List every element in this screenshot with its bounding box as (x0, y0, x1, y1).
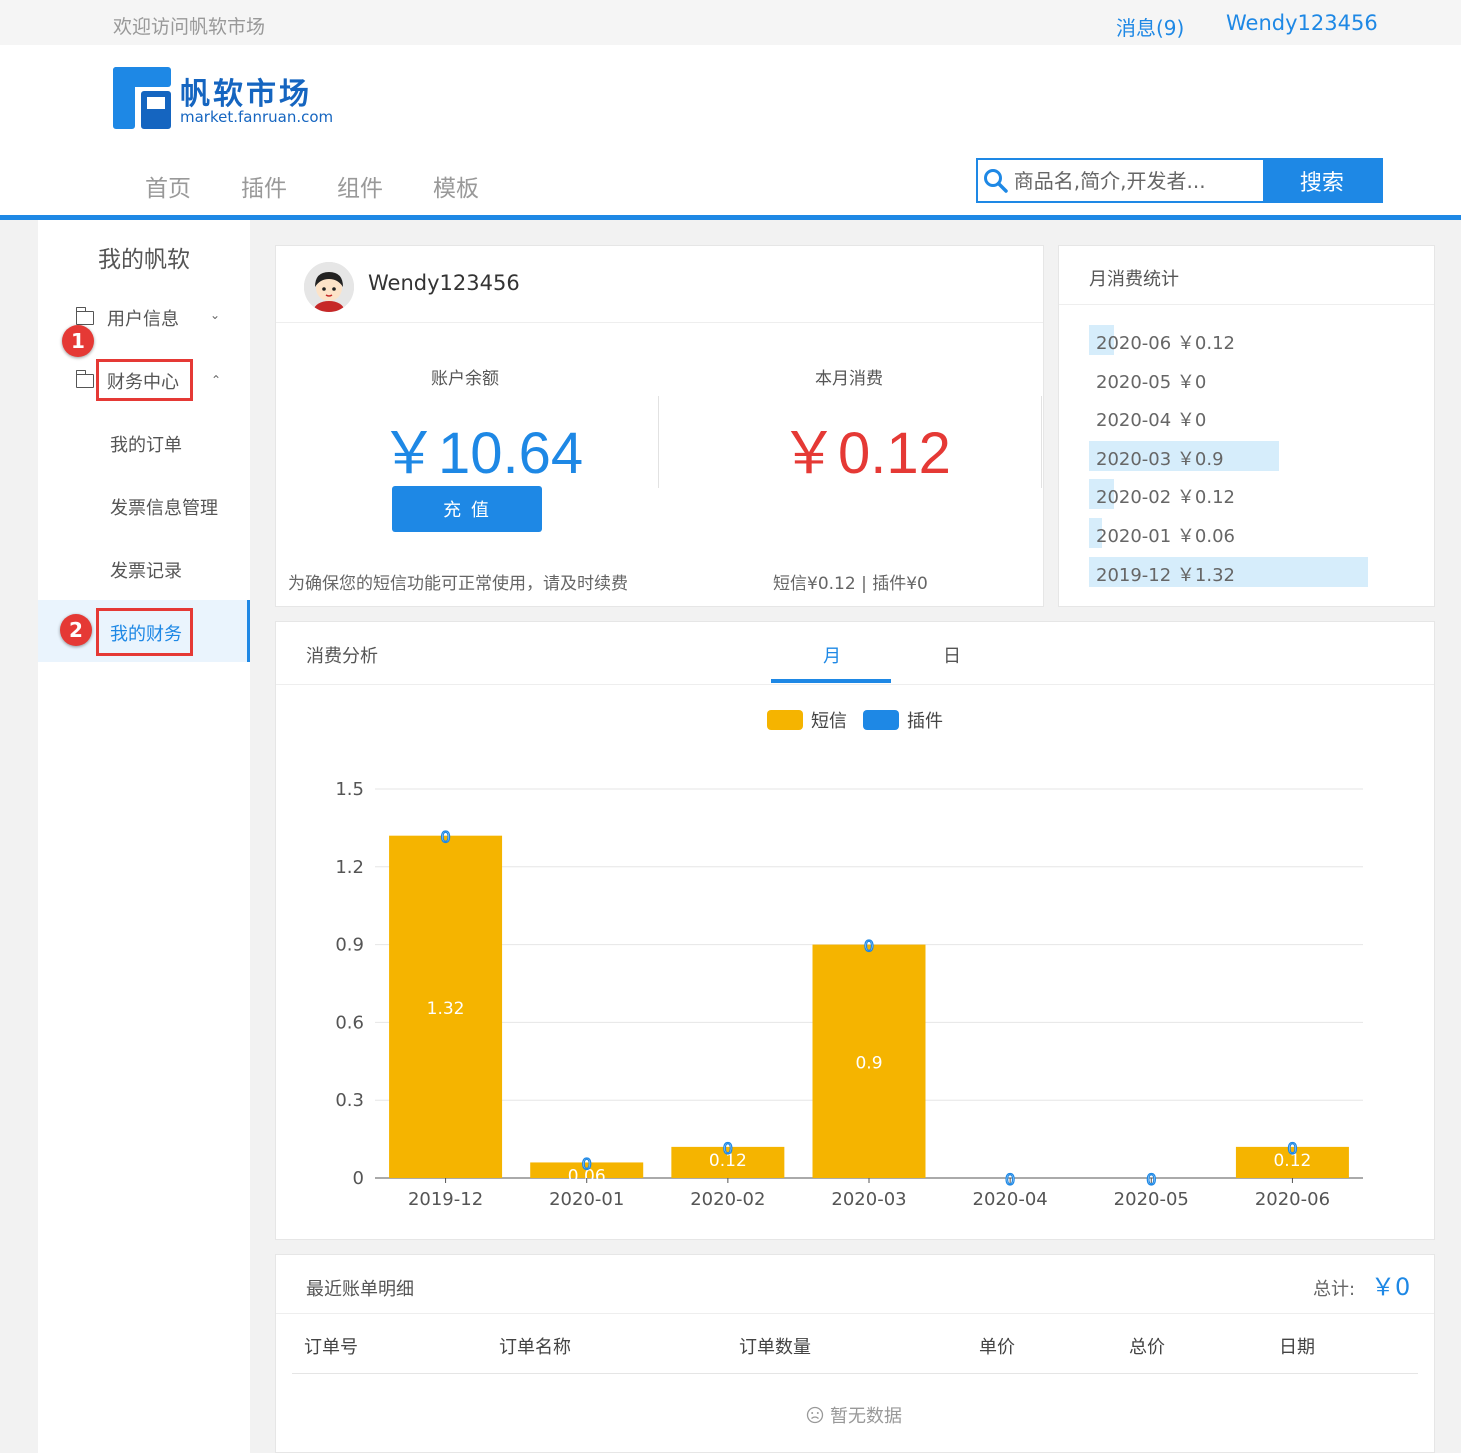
y-tick-label: 1.2 (335, 857, 364, 878)
sidebar-title: 我的帆软 (98, 247, 190, 273)
monthly-stat-text: 2020-06 ￥0.12 (1096, 333, 1236, 354)
search-button[interactable]: 搜索 (1262, 160, 1381, 201)
monthly-stat-text: 2020-03 ￥0.9 (1096, 448, 1224, 470)
x-tick-label: 2020-05 (1114, 1189, 1189, 1210)
empty-text: 暂无数据 (830, 1406, 902, 1427)
sad-face-icon (806, 1406, 824, 1424)
nav-templates[interactable]: 模板 (408, 169, 504, 203)
bar-value-label: 0.9 (855, 1053, 882, 1073)
monthly-stat-text: 2020-04 ￥0 (1096, 410, 1207, 432)
monthly-stat-text: 2020-05 ￥0 (1096, 371, 1207, 393)
monthly-stat-text: 2019-12 ￥1.32 (1096, 564, 1236, 586)
divider (1041, 396, 1042, 488)
y-tick-label: 0.6 (335, 1012, 364, 1033)
renewal-note: 为确保您的短信功能可正常使用，请及时续费 (288, 574, 628, 594)
search-input[interactable] (1013, 160, 1263, 201)
y-tick-label: 0.3 (335, 1090, 364, 1111)
column-header-order-no: 订单号 (304, 1337, 358, 1358)
highlight-box-my-finance (96, 608, 193, 656)
y-tick-label: 1.5 (335, 779, 364, 800)
divider (658, 396, 659, 488)
x-tick-label: 2020-03 (831, 1189, 906, 1210)
highlight-box-finance-center (96, 359, 193, 401)
monthly-stat-text: 2020-01 ￥0.06 (1096, 526, 1236, 547)
x-tick-label: 2020-02 (690, 1189, 765, 1210)
column-header-date: 日期 (1279, 1337, 1315, 1358)
monthly-stat-text: 2020-02 ￥0.12 (1096, 487, 1236, 509)
plugin-value-label: 0 (864, 937, 874, 956)
monthly-stats-card: 月消费统计 2020-06 ￥0.12 2020-05 ￥0 2020-04 ￥0 2… (1058, 245, 1435, 607)
account-card: Wendy123456 账户余额 ￥10.64 充 值 本月消费 ￥0.12 为… (275, 245, 1044, 607)
column-header-unit-price: 单价 (979, 1337, 1015, 1358)
sidebar-group-user-info[interactable]: 用户信息 (107, 305, 179, 331)
total-value: ￥0 (1371, 1273, 1411, 1301)
chevron-up-icon[interactable]: ⌃ (211, 373, 221, 387)
sidebar-item-my-orders[interactable]: 我的订单 (110, 431, 182, 457)
column-header-quantity: 订单数量 (739, 1337, 811, 1358)
step-badge-2: 2 (60, 614, 92, 646)
plugin-value-label: 0 (1287, 1139, 1297, 1158)
column-header-total-price: 总价 (1129, 1337, 1165, 1358)
bills-title: 最近账单明细 (306, 1279, 414, 1300)
plugin-value-label: 0 (582, 1154, 592, 1173)
y-tick-label: 0.9 (335, 935, 364, 956)
folder-icon (75, 307, 94, 325)
divider (1059, 304, 1434, 305)
y-tick-label: 0 (353, 1168, 364, 1189)
total-label: 总计: (1313, 1279, 1356, 1300)
sidebar-item-invoice-records[interactable]: 发票记录 (110, 557, 182, 583)
bar-value-label: 1.32 (427, 999, 465, 1019)
x-tick-label: 2020-04 (973, 1189, 1048, 1210)
column-header-order-name: 订单名称 (499, 1337, 571, 1358)
welcome-text: 欢迎访问帆软市场 (113, 16, 266, 38)
header: 帆软市场 market.fanruan.com 首页 插件 组件 模板 搜索 (0, 45, 1461, 215)
account-username: Wendy123456 (368, 271, 520, 295)
recharge-button[interactable]: 充 值 (392, 486, 542, 532)
balance-label: 账户余额 (431, 369, 499, 389)
search-box: 搜索 (976, 158, 1383, 203)
month-spend-value: ￥0.12 (780, 421, 951, 486)
main-nav: 首页 插件 组件 模板 (120, 169, 504, 203)
consumption-analysis-card: 消费分析 月 日 短信 插件 0 0.3 0.6 0.9 1.2 1.5 1.32 0 2019… (275, 621, 1435, 1240)
x-tick-label: 2020-01 (549, 1189, 624, 1210)
balance-value: ￥10.64 (380, 421, 584, 486)
month-spend-label: 本月消费 (815, 369, 883, 389)
folder-icon (75, 370, 94, 388)
chevron-down-icon[interactable]: ⌄ (210, 308, 220, 322)
divider (292, 1373, 1418, 1374)
divider (276, 322, 1043, 323)
avatar[interactable] (304, 262, 354, 312)
x-tick-label: 2019-12 (408, 1189, 483, 1210)
sidebar-item-invoice-info[interactable]: 发票信息管理 (110, 494, 218, 520)
nav-components[interactable]: 组件 (312, 169, 408, 203)
empty-state: 暂无数据 (806, 1402, 902, 1428)
step-badge-1: 1 (62, 325, 94, 357)
nav-plugins[interactable]: 插件 (216, 169, 312, 203)
spend-breakdown: 短信¥0.12 | 插件¥0 (773, 574, 928, 594)
logo-title: 帆软市场 (180, 77, 312, 112)
divider (276, 1313, 1434, 1314)
search-icon (978, 160, 1014, 201)
logo-domain: market.fanruan.com (180, 108, 334, 126)
top-bar: 欢迎访问帆软市场 消息(9) Wendy123456 (0, 0, 1461, 45)
messages-link[interactable]: 消息(9) (1116, 12, 1184, 41)
plugin-value-label: 0 (440, 828, 450, 847)
fanruan-logo-icon[interactable] (113, 67, 175, 129)
sidebar: 我的帆软 用户信息 ⌄ 财务中心 ⌃ 我的订单 发票信息管理 发票记录 我的财务… (38, 220, 250, 1453)
recent-bills-card: 最近账单明细 总计: ￥0 订单号 订单名称 订单数量 单价 总价 日期 暂无数… (275, 1254, 1435, 1453)
nav-home[interactable]: 首页 (120, 169, 216, 203)
username-link[interactable]: Wendy123456 (1226, 11, 1378, 35)
consumption-bar-chart: 00.30.60.91.21.51.3202019-120.0602020-01… (335, 779, 1363, 1210)
x-tick-label: 2020-06 (1255, 1189, 1330, 1210)
monthly-stats-title: 月消费统计 (1089, 269, 1179, 290)
plugin-value-label: 0 (723, 1139, 733, 1158)
